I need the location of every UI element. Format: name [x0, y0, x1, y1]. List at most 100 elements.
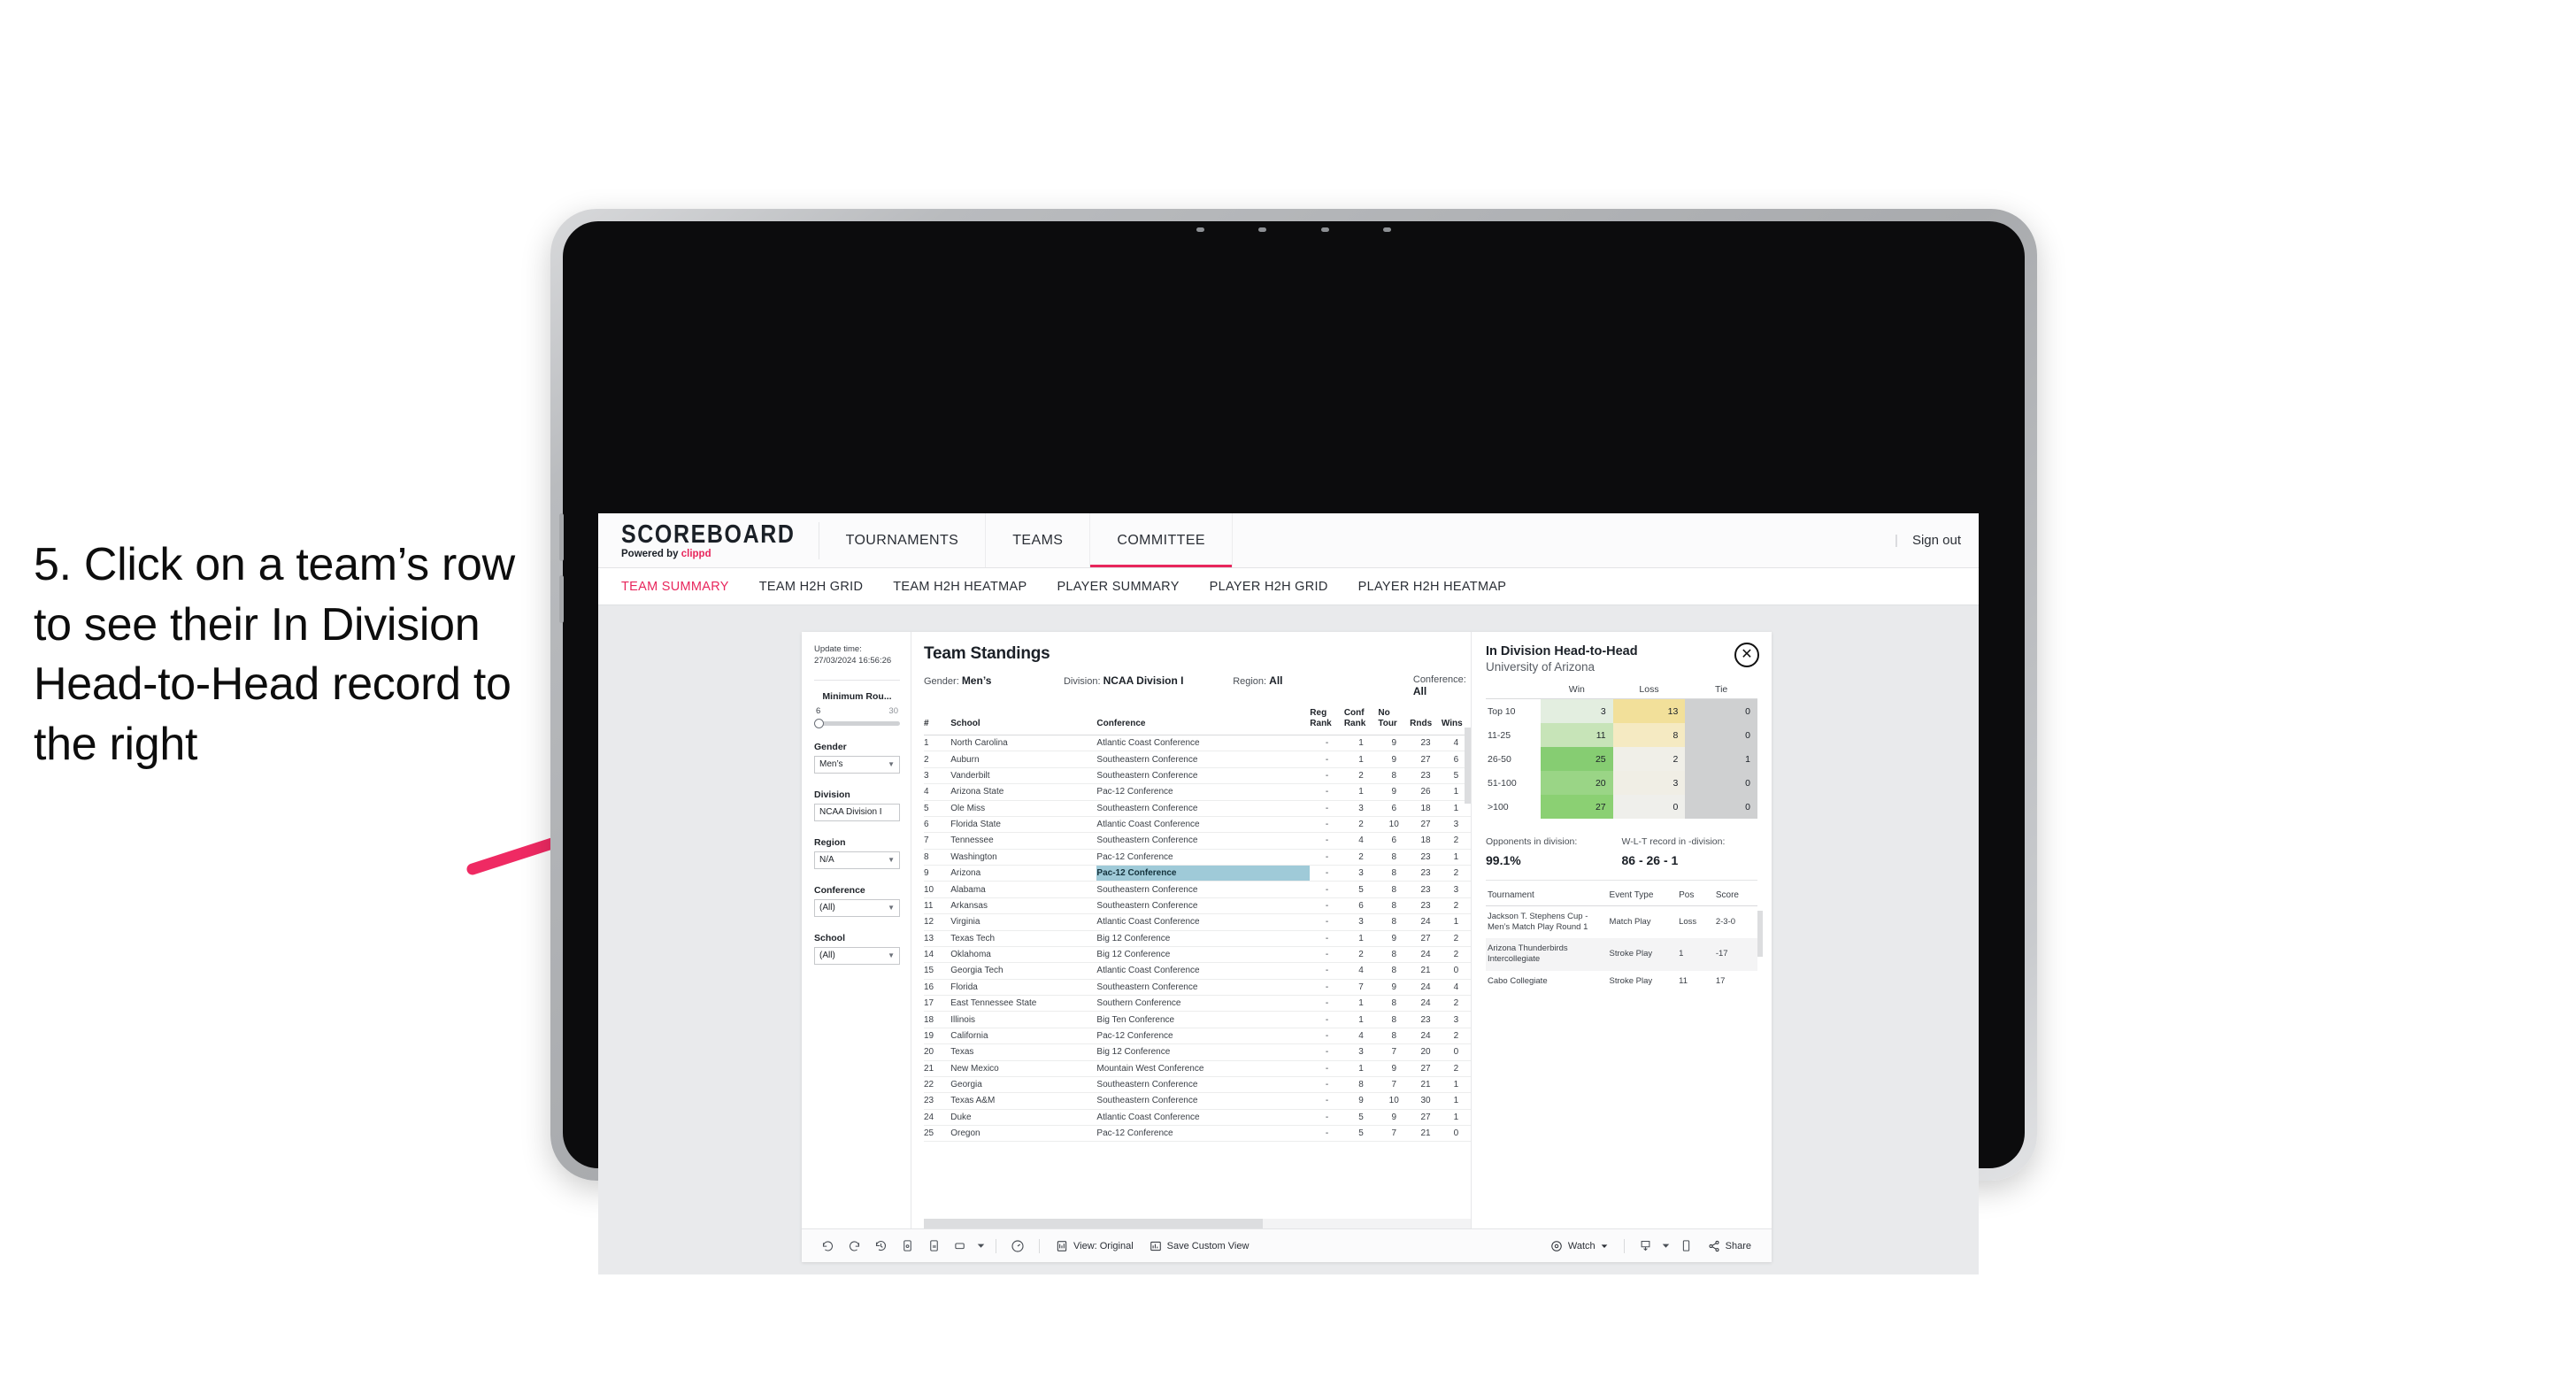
heatmap-cell-loss[interactable]: 3 [1612, 771, 1686, 795]
share-button[interactable]: Share [1700, 1240, 1759, 1252]
gender-select[interactable]: Men’s ▼ [814, 755, 900, 774]
undo-icon[interactable] [814, 1235, 841, 1258]
heatmap-cell-loss[interactable]: 8 [1612, 723, 1686, 747]
table-row[interactable]: 20 Texas Big 12 Conference -3 7 20 0 [924, 1043, 1471, 1061]
heatmap-cell-tie[interactable]: 0 [1685, 698, 1757, 723]
table-row[interactable]: 12 Virginia Atlantic Coast Conference -3 8 24… [924, 913, 1471, 931]
heatmap-cell-loss[interactable]: 0 [1612, 795, 1686, 819]
heatmap-cell-win[interactable]: 27 [1541, 795, 1613, 819]
table-row[interactable]: 3 Vanderbilt Southeastern Conference -2 8 23 5 [924, 767, 1471, 785]
table-row[interactable]: 14 Oklahoma Big 12 Conference -2 8 24 2 [924, 946, 1471, 964]
volume-down-button[interactable] [559, 575, 564, 623]
table-row[interactable]: 5 Ole Miss Southeastern Conference -3 6 18 1 [924, 800, 1471, 817]
table-row[interactable]: 6 Florida State Atlantic Coast Conference -… [924, 816, 1471, 834]
tab-team-h2h-heatmap[interactable]: TEAM H2H HEATMAP [893, 580, 1027, 594]
revert-icon[interactable] [867, 1235, 894, 1258]
summary-division: Division: NCAA Division I [1064, 674, 1233, 697]
nav-tournaments[interactable]: TOURNAMENTS [819, 513, 987, 567]
table-row[interactable]: 2 Auburn Southeastern Conference -1 9 27 6 [924, 751, 1471, 768]
cell-no-tour: 9 [1378, 783, 1411, 801]
chevron-down-icon[interactable] [1659, 1235, 1673, 1258]
table-row[interactable]: 19 California Pac-12 Conference -4 8 24 2 [924, 1028, 1471, 1045]
heatmap-cell-loss[interactable]: 13 [1612, 698, 1686, 723]
cell-school: Oklahoma [950, 946, 1097, 964]
update-time-label: Update time: [814, 644, 862, 654]
device-preview-icon[interactable] [1673, 1235, 1700, 1258]
close-icon[interactable]: ✕ [1734, 643, 1759, 667]
pause-updates-icon[interactable] [920, 1235, 947, 1258]
highlight-icon[interactable] [947, 1235, 973, 1258]
save-custom-view-button[interactable]: Save Custom View [1142, 1240, 1257, 1252]
nav-committee[interactable]: COMMITTEE [1090, 513, 1233, 567]
redo-icon[interactable] [841, 1235, 867, 1258]
watch-button[interactable]: Watch [1542, 1240, 1616, 1252]
table-row[interactable]: 4 Arizona State Pac-12 Conference -1 9 26 1 [924, 783, 1471, 801]
table-row[interactable]: 15 Georgia Tech Atlantic Coast Conference -… [924, 962, 1471, 980]
table-row[interactable]: 9 Arizona Pac-12 Conference -3 8 23 2 [924, 865, 1471, 882]
standings-horizontal-scrollbar[interactable] [924, 1219, 1471, 1228]
school-select[interactable]: (All) ▼ [814, 946, 900, 965]
heatmap-cell-tie[interactable]: 0 [1685, 723, 1757, 747]
heatmap-cell-loss[interactable]: 2 [1612, 747, 1686, 771]
cell-wins: 3 [1441, 881, 1471, 898]
tournament-row[interactable]: Cabo Collegiate Stroke Play 11 17 [1486, 971, 1757, 992]
scrollbar-thumb[interactable] [924, 1219, 1264, 1228]
cell-conf-rank: 8 [1343, 1076, 1379, 1094]
table-row[interactable]: 24 Duke Atlantic Coast Conference -5 9 27 1 [924, 1109, 1471, 1127]
download-icon[interactable] [1633, 1235, 1659, 1258]
cell-conf-rank: 5 [1343, 1109, 1379, 1127]
table-row[interactable]: 25 Oregon Pac-12 Conference -5 7 21 0 [924, 1125, 1471, 1143]
cell-no-tour: 9 [1378, 930, 1411, 947]
conference-select[interactable]: (All) ▼ [814, 898, 900, 917]
tournament-vertical-scrollbar[interactable] [1757, 911, 1763, 957]
heatmap-cell-win[interactable]: 11 [1541, 723, 1613, 747]
table-row[interactable]: 13 Texas Tech Big 12 Conference -1 9 27 2 [924, 930, 1471, 947]
table-row[interactable]: 7 Tennessee Southeastern Conference -4 6 18 2 [924, 832, 1471, 850]
table-row[interactable]: 16 Florida Southeastern Conference -7 9 24 4 [924, 979, 1471, 997]
volume-up-button[interactable] [559, 513, 564, 561]
app-header: SCOREBOARD Powered by clippd TOURNAMENTS… [598, 513, 1979, 568]
dashboard-speed-icon[interactable] [1004, 1235, 1031, 1258]
division-select[interactable]: NCAA Division I [814, 803, 900, 821]
chevron-down-icon[interactable] [973, 1235, 988, 1258]
cell-wins: 2 [1441, 1028, 1471, 1045]
view-original-button[interactable]: View: Original [1048, 1240, 1142, 1252]
minimum-rounds-max: 30 [888, 705, 898, 716]
cell-conf-rank: 3 [1343, 800, 1379, 817]
tournament-row[interactable]: Jackson T. Stephens Cup - Men’s Match Pl… [1486, 906, 1757, 939]
table-row[interactable]: 1 North Carolina Atlantic Coast Conference… [924, 735, 1471, 752]
tab-player-h2h-grid[interactable]: PLAYER H2H GRID [1210, 580, 1328, 594]
tab-player-h2h-heatmap[interactable]: PLAYER H2H HEATMAP [1358, 580, 1507, 594]
table-row[interactable]: 17 East Tennessee State Southern Conferenc… [924, 995, 1471, 1013]
heatmap-cell-tie[interactable]: 0 [1685, 771, 1757, 795]
table-row[interactable]: 18 Illinois Big Ten Conference -1 8 23 3 [924, 1011, 1471, 1028]
slider-handle[interactable] [814, 718, 824, 728]
table-row[interactable]: 22 Georgia Southeastern Conference -8 7 21 1 [924, 1076, 1471, 1094]
heatmap-row: Top 10 3 13 0 [1486, 698, 1757, 723]
update-time-value: 27/03/2024 16:56:26 [814, 655, 892, 666]
tab-player-summary[interactable]: PLAYER SUMMARY [1057, 580, 1179, 594]
heatmap-cell-win[interactable]: 25 [1541, 747, 1613, 771]
sign-out-link[interactable]: Sign out [1912, 533, 1961, 548]
minimum-rounds-slider[interactable] [814, 718, 900, 728]
tab-team-summary[interactable]: TEAM SUMMARY [621, 580, 729, 594]
table-row[interactable]: 23 Texas A&M Southeastern Conference -9 10 30… [924, 1092, 1471, 1110]
tournament-row[interactable]: Arizona Thunderbirds Intercollegiate Stro… [1486, 938, 1757, 971]
tab-team-h2h-grid[interactable]: TEAM H2H GRID [759, 580, 864, 594]
dashboard-canvas: Update time: 27/03/2024 16:56:26 Minimum… [598, 605, 1979, 1274]
region-select[interactable]: N/A ▼ [814, 851, 900, 869]
table-row[interactable]: 11 Arkansas Southeastern Conference -6 8 23 2 [924, 897, 1471, 915]
heatmap-cell-tie[interactable]: 1 [1685, 747, 1757, 771]
table-row[interactable]: 10 Alabama Southeastern Conference -5 8 23 3 [924, 881, 1471, 898]
cell-conf-rank: 5 [1343, 1125, 1379, 1143]
refresh-data-icon[interactable] [894, 1235, 920, 1258]
heatmap-cell-win[interactable]: 20 [1541, 771, 1613, 795]
h2h-col-loss: Loss [1612, 684, 1686, 699]
heatmap-cell-tie[interactable]: 0 [1685, 795, 1757, 819]
standings-vertical-scrollbar[interactable] [1465, 728, 1471, 804]
heatmap-cell-win[interactable]: 3 [1541, 698, 1613, 723]
table-row[interactable]: 8 Washington Pac-12 Conference -2 8 23 1 [924, 849, 1471, 866]
cell-rnds: 24 [1410, 1028, 1442, 1045]
nav-teams[interactable]: TEAMS [986, 513, 1091, 567]
table-row[interactable]: 21 New Mexico Mountain West Conference -1 9 2… [924, 1060, 1471, 1077]
